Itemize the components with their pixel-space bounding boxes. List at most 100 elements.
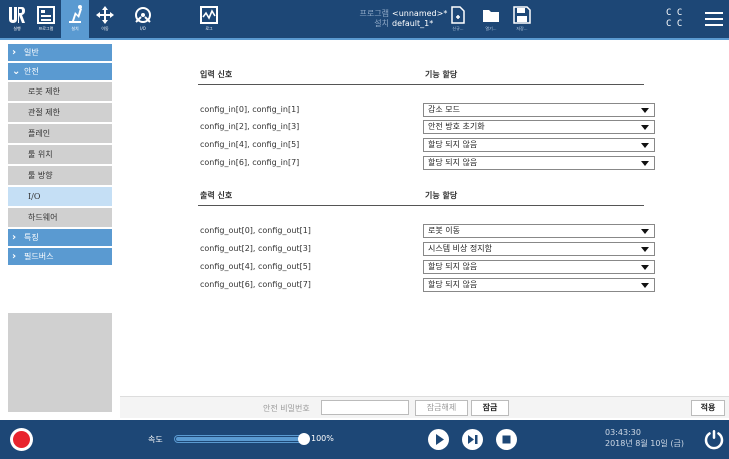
save-disk-icon xyxy=(513,6,531,24)
installation-sidebar: › 일반 ⌄ 안전 로봇 제한 관절 제한 플레인 툴 위치 툴 방향 I/O … xyxy=(8,44,112,412)
record-dot-icon xyxy=(13,431,30,448)
top-header: 실행 프로그램 설치 이동 I/O 로그 프로그램 설치 <unnamed>* xyxy=(0,0,729,40)
io-icon xyxy=(135,7,151,23)
hamburger-menu-icon xyxy=(705,12,723,26)
output-signal-label: config_out[2], config_out[3] xyxy=(200,244,311,253)
clock: 03:43:30 2018년 8월 10일 (금) xyxy=(605,427,684,449)
step-icon xyxy=(468,435,478,444)
dropdown-arrow-icon xyxy=(641,161,649,166)
open-file-button[interactable]: 열기... xyxy=(478,4,504,38)
input-function-dropdown[interactable]: 할당 되지 않음 xyxy=(423,156,655,170)
nav-log-caption: 로그 xyxy=(205,26,213,31)
sidebar-category-general[interactable]: › 일반 xyxy=(8,44,112,61)
move-arrows-icon xyxy=(96,6,114,24)
bottom-footer: 속도 100% 03:43:30 2018년 8월 10일 (금) xyxy=(0,420,729,459)
sidebar-item-joint-limits[interactable]: 관절 제한 xyxy=(8,103,112,122)
dropdown-value: 시스템 비상 정지함 xyxy=(428,244,492,253)
safety-io-panel: 입력 신호 기능 할당 config_in[0], config_in[1] 감… xyxy=(120,44,721,412)
dropdown-arrow-icon xyxy=(641,265,649,270)
ur-logo-icon xyxy=(9,7,25,23)
speed-slider[interactable] xyxy=(174,435,306,443)
sidebar-item-label: I/O xyxy=(28,192,41,201)
output-signal-header: 출력 신호 xyxy=(200,191,233,200)
output-function-dropdown[interactable]: 할당 되지 않음 xyxy=(423,278,655,292)
installation-label: 설치 xyxy=(374,19,389,28)
safety-password-label: 안전 비밀번호 xyxy=(263,404,310,413)
sidebar-item-tool-position[interactable]: 툴 위치 xyxy=(8,145,112,164)
nav-io-button[interactable]: I/O xyxy=(130,2,156,38)
save-file-button[interactable]: 저장... xyxy=(509,4,535,38)
output-signal-label: config_out[4], config_out[5] xyxy=(200,262,311,271)
folder-icon xyxy=(483,10,499,22)
sidebar-category-label: 안전 xyxy=(24,67,39,76)
dropdown-arrow-icon xyxy=(641,229,649,234)
chevron-right-icon: › xyxy=(12,232,17,243)
input-function-dropdown[interactable]: 할당 되지 않음 xyxy=(423,138,655,152)
dropdown-value: 안전 방호 초기화 xyxy=(428,122,485,131)
hamburger-menu-button[interactable] xyxy=(705,10,723,28)
output-function-dropdown[interactable]: 할당 되지 않음 xyxy=(423,260,655,274)
nav-program-caption: 프로그램 xyxy=(38,26,54,31)
sidebar-item-planes[interactable]: 플레인 xyxy=(8,124,112,143)
stop-button[interactable] xyxy=(496,429,517,450)
input-signal-label: config_in[0], config_in[1] xyxy=(200,105,300,114)
input-function-dropdown[interactable]: 안전 방호 초기화 xyxy=(423,120,655,134)
nav-run-caption: 실행 xyxy=(13,26,21,31)
dropdown-value: 감소 모드 xyxy=(428,105,460,114)
dropdown-value: 할당 되지 않음 xyxy=(428,158,478,167)
log-chart-icon xyxy=(200,6,218,24)
sidebar-item-label: 하드웨어 xyxy=(28,213,58,222)
program-info-values: <unnamed>* default_1* xyxy=(392,9,447,29)
input-signal-header: 입력 신호 xyxy=(200,70,233,79)
save-file-caption: 저장... xyxy=(516,26,528,31)
step-button[interactable] xyxy=(462,429,483,450)
new-file-icon xyxy=(451,6,465,24)
sidebar-category-safety[interactable]: ⌄ 안전 xyxy=(8,63,112,80)
output-function-dropdown[interactable]: 시스템 비상 정지함 xyxy=(423,242,655,256)
play-button[interactable] xyxy=(428,429,449,450)
sidebar-category-label: 특징 xyxy=(24,233,39,242)
initialize-robot-button[interactable] xyxy=(10,428,33,451)
nav-run-button[interactable]: 실행 xyxy=(4,2,30,38)
chevron-down-icon: ⌄ xyxy=(12,66,21,77)
unlock-button[interactable]: 잠금해제 xyxy=(415,400,468,416)
sidebar-category-fieldbus[interactable]: › 필드버스 xyxy=(8,248,112,265)
output-function-dropdown[interactable]: 로봇 이동 xyxy=(423,224,655,238)
robot-arm-icon xyxy=(69,5,82,23)
sidebar-item-tool-direction[interactable]: 툴 방향 xyxy=(8,166,112,185)
dropdown-value: 로봇 이동 xyxy=(428,226,460,235)
clock-time: 03:43:30 xyxy=(605,428,641,437)
output-header-divider xyxy=(198,205,644,206)
sidebar-item-io[interactable]: I/O xyxy=(8,187,112,206)
speed-slider-handle[interactable] xyxy=(298,433,310,445)
apply-button[interactable]: 적용 xyxy=(691,400,725,416)
stop-icon xyxy=(502,435,511,444)
sidebar-item-hardware[interactable]: 하드웨어 xyxy=(8,208,112,227)
input-header-divider xyxy=(198,84,644,85)
sidebar-item-label: 로봇 제한 xyxy=(28,87,60,96)
input-function-header: 기능 할당 xyxy=(425,70,458,79)
sidebar-item-robot-limits[interactable]: 로봇 제한 xyxy=(8,82,112,101)
nav-log-button[interactable]: 로그 xyxy=(196,2,222,38)
nav-installation-button[interactable]: 설치 xyxy=(61,0,89,40)
dropdown-arrow-icon xyxy=(641,247,649,252)
sidebar-item-label: 플레인 xyxy=(28,129,51,138)
input-signal-label: config_in[6], config_in[7] xyxy=(200,158,300,167)
nav-program-button[interactable]: 프로그램 xyxy=(33,2,59,38)
nav-installation-caption: 설치 xyxy=(71,26,79,31)
dropdown-arrow-icon xyxy=(641,143,649,148)
power-button[interactable] xyxy=(703,428,725,450)
program-icon xyxy=(37,6,55,24)
dropdown-value: 할당 되지 않음 xyxy=(428,280,478,289)
speed-value: 100% xyxy=(311,434,334,443)
sidebar-category-features[interactable]: › 특징 xyxy=(8,229,112,246)
safety-password-input[interactable] xyxy=(321,400,409,415)
new-file-button[interactable]: 신규... xyxy=(445,4,471,38)
output-signal-label: config_out[6], config_out[7] xyxy=(200,280,311,289)
input-function-dropdown[interactable]: 감소 모드 xyxy=(423,103,655,117)
open-file-caption: 열기... xyxy=(485,26,497,31)
nav-move-button[interactable]: 이동 xyxy=(92,2,118,38)
safety-action-bar: 안전 비밀번호 잠금해제 잠금 적용 xyxy=(120,396,729,418)
program-label: 프로그램 xyxy=(359,9,389,18)
lock-button[interactable]: 잠금 xyxy=(471,400,509,416)
